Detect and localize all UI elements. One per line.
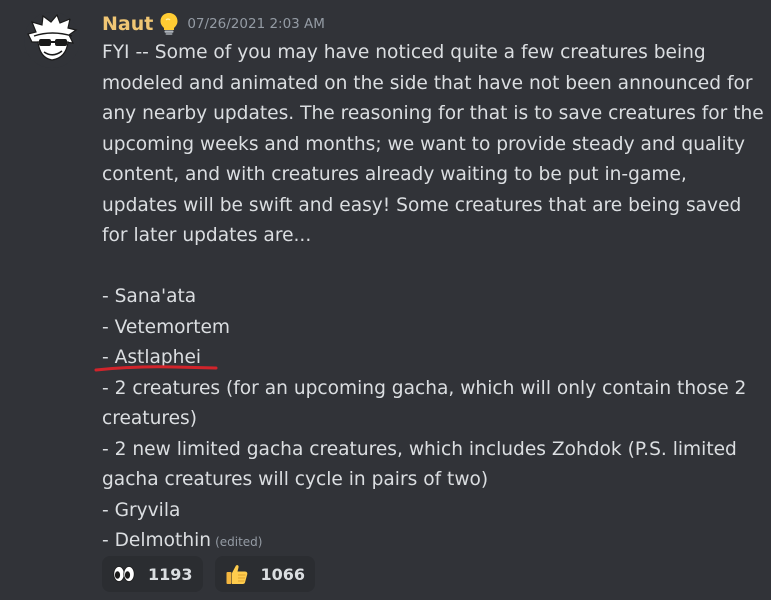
timestamp[interactable]: 07/26/2021 2:03 AM: [187, 16, 325, 32]
list-item: - Vetemortem: [102, 316, 231, 338]
chat-message: Naut 07/26/2021 2:03 AM FYI -- Some of y…: [0, 0, 771, 600]
red-underline-annotation: [94, 365, 218, 372]
list-item-last: - Delmothin (edited): [102, 526, 767, 558]
reaction-bar: 1193 1066: [102, 556, 316, 592]
message-paragraph: FYI -- Some of you may have noticed quit…: [102, 42, 770, 246]
message-header: Naut 07/26/2021 2:03 AM: [102, 10, 325, 38]
list-item: - Gryvila: [102, 499, 181, 521]
reaction-eyes[interactable]: 1193: [102, 556, 203, 592]
thumbs-up-icon: [225, 562, 249, 586]
avatar[interactable]: [24, 12, 80, 68]
edited-label: (edited): [215, 535, 263, 549]
list-item-text: - Delmothin: [102, 530, 212, 551]
message-content: FYI -- Some of you may have noticed quit…: [102, 38, 767, 558]
reaction-thumbs-up[interactable]: 1066: [214, 556, 316, 592]
eyes-icon: [112, 562, 136, 586]
reaction-count: 1193: [148, 564, 193, 584]
avatar-image: [24, 12, 80, 68]
list-item: - 2 creatures (for an upcoming gacha, wh…: [102, 377, 753, 430]
list-item: - 2 new limited gacha creatures, which i…: [102, 438, 743, 491]
reaction-count: 1066: [260, 564, 306, 584]
username[interactable]: Naut: [102, 13, 153, 35]
list-item: - Sana'ata: [102, 286, 197, 307]
lightbulb-icon: [159, 12, 179, 36]
